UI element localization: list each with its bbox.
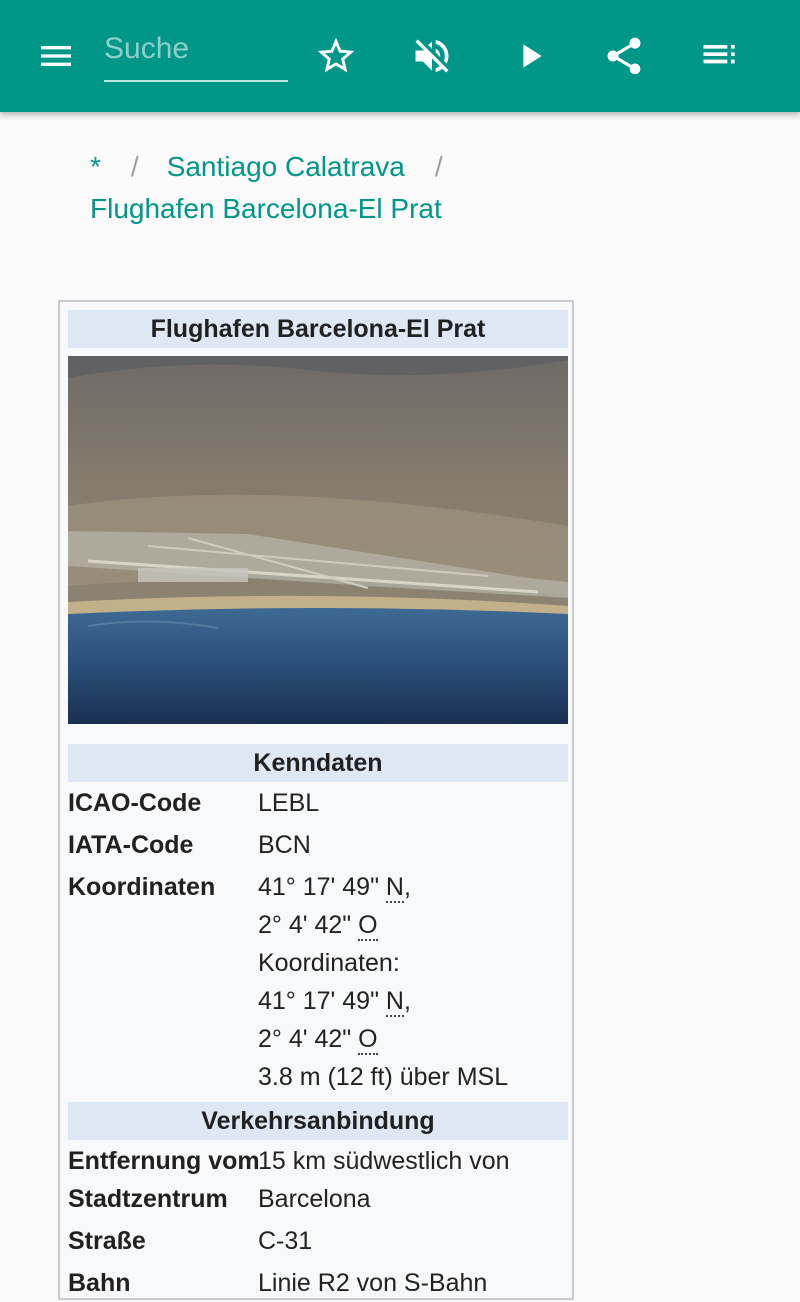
elevation-value: 3.8 m (12 ft) über MSL	[258, 1063, 509, 1091]
icao-value: LEBL	[258, 789, 320, 817]
east-abbr: O	[358, 1025, 378, 1055]
distance-label: Entfernung vom Stadtzentrum	[68, 1147, 260, 1213]
coordinates-label: Koordinaten	[68, 873, 216, 901]
north-abbr: N	[385, 987, 404, 1017]
rail-label: Bahn	[68, 1269, 131, 1297]
coordinate-latitude: 41° 17' 49" N,	[258, 873, 411, 903]
rail-value: Linie R2 von S-Bahn	[258, 1269, 488, 1297]
share-icon[interactable]	[600, 32, 648, 80]
search-input[interactable]	[104, 24, 288, 74]
coordinates-sub-label: Koordinaten:	[258, 949, 400, 977]
star-outline-icon[interactable]	[312, 32, 360, 80]
iata-label: IATA-Code	[68, 831, 194, 859]
coordinates-value[interactable]: 41° 17' 49" N, 2° 4' 42" O Koordinaten: …	[258, 868, 508, 1096]
coordinate-longitude: 2° 4' 42" O	[258, 1025, 378, 1055]
north-abbr: N	[385, 873, 404, 903]
volume-off-icon[interactable]	[408, 32, 456, 80]
breadcrumb: * / Santiago Calatrava / Flughafen Barcelon…	[90, 146, 770, 230]
iata-value: BCN	[258, 831, 311, 859]
section-header-kenndaten: Kenndaten	[68, 744, 568, 782]
east-abbr: O	[358, 911, 378, 941]
breadcrumb-link-santiago-calatrava[interactable]: Santiago Calatrava	[167, 151, 405, 182]
breadcrumb-separator: /	[130, 151, 139, 182]
section-header-verkehrsanbindung: Verkehrsanbindung	[68, 1102, 568, 1140]
airport-aerial-photo[interactable]	[68, 356, 568, 724]
road-value: C-31	[258, 1227, 313, 1255]
app-bar	[0, 0, 800, 112]
play-icon[interactable]	[506, 32, 554, 80]
breadcrumb-root-link[interactable]: *	[90, 151, 101, 182]
breadcrumb-link-current-page[interactable]: Flughafen Barcelona-El Prat	[90, 193, 442, 224]
search-field[interactable]	[104, 24, 288, 82]
infobox-title: Flughafen Barcelona-El Prat	[68, 310, 568, 348]
distance-value: 15 km südwestlich von Barcelona	[258, 1147, 510, 1213]
coordinate-longitude: 2° 4' 42" O	[258, 911, 378, 941]
breadcrumb-separator: /	[434, 151, 443, 182]
infobox: Flughafen Barcelona-El Prat Kenndaten IC…	[58, 300, 574, 1300]
coordinate-latitude: 41° 17' 49" N,	[258, 987, 411, 1017]
playlist-icon[interactable]	[696, 32, 744, 80]
icao-label: ICAO-Code	[68, 789, 202, 817]
road-label: Straße	[68, 1227, 146, 1255]
menu-icon[interactable]	[32, 32, 80, 80]
